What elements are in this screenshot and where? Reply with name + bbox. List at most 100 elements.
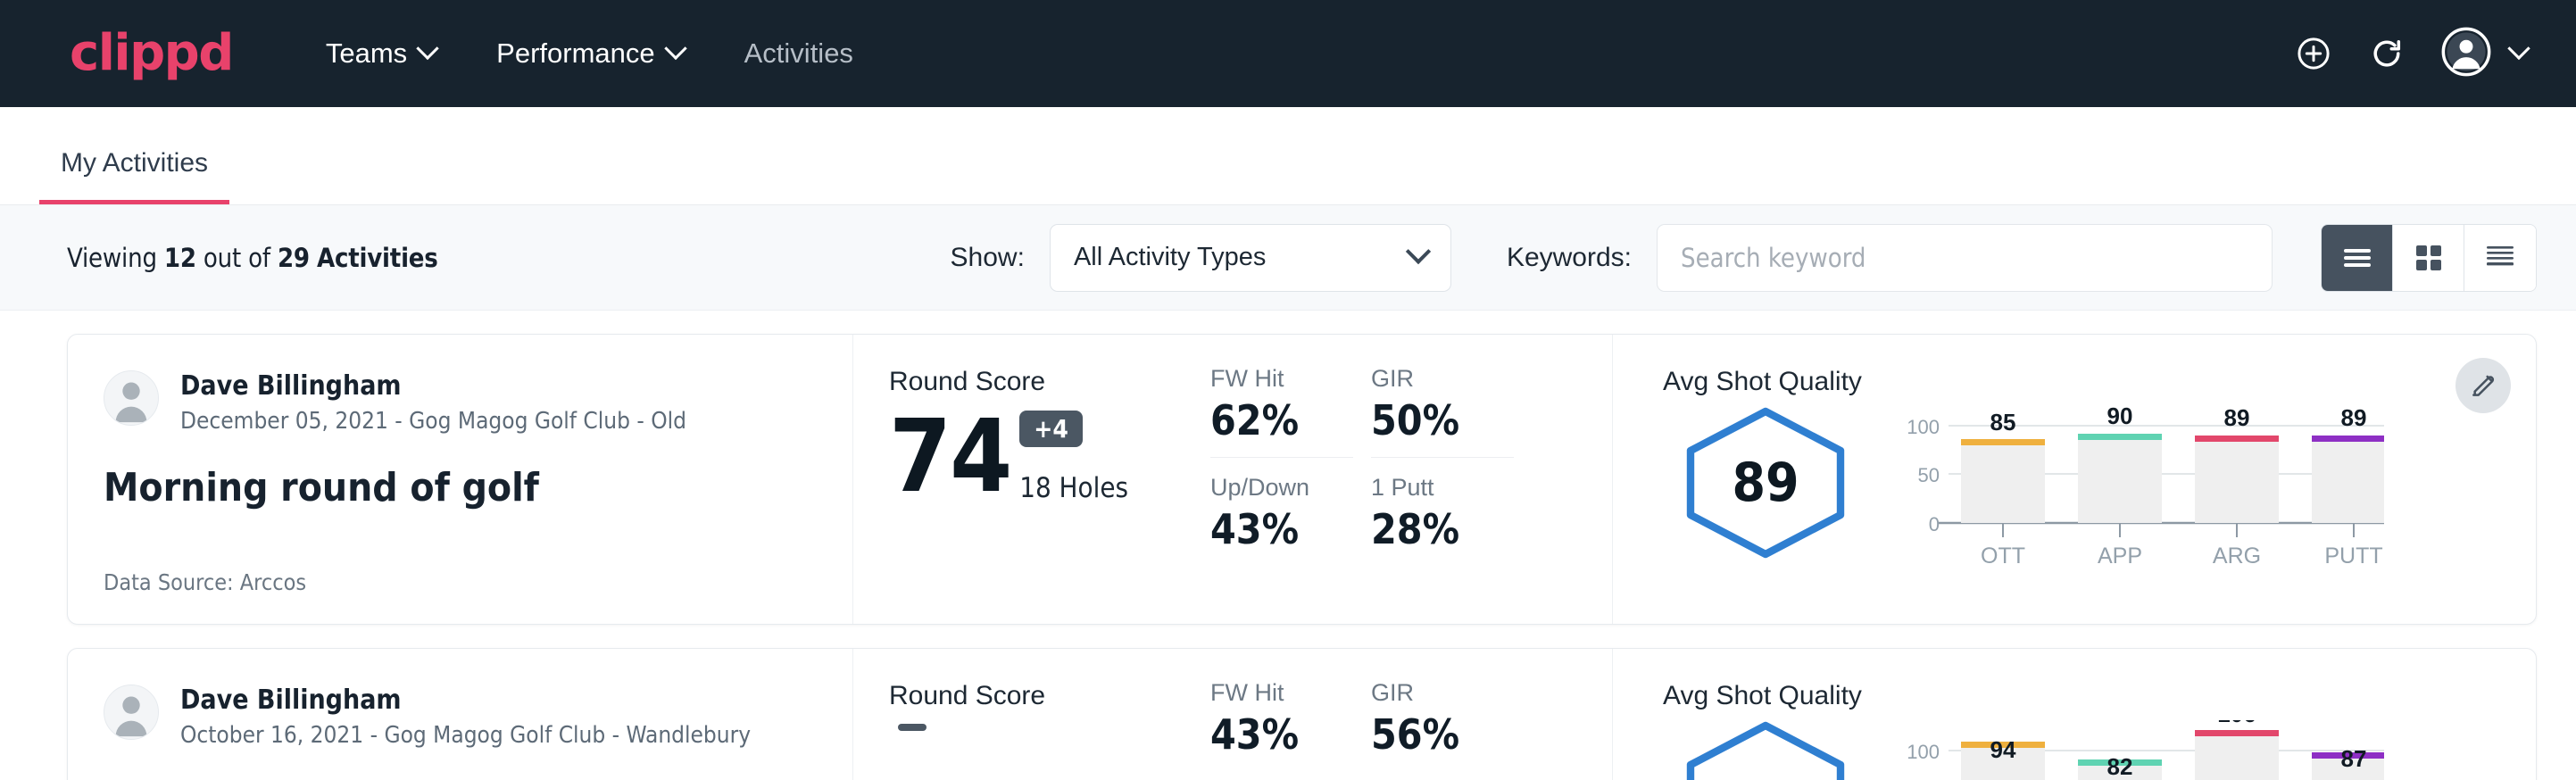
tab-my-activities[interactable]: My Activities	[39, 148, 229, 204]
stat-fw-hit-label: FW Hit	[1210, 365, 1353, 393]
svg-text:87: 87	[2341, 745, 2367, 772]
activity-data-source: Data Source: Arccos	[104, 569, 817, 595]
stat-one-putt: 1 Putt 28%	[1371, 474, 1514, 553]
chevron-down-icon	[2507, 37, 2530, 60]
activity-list: Dave Billingham December 05, 2021 - Gog …	[0, 311, 2576, 780]
avg-shot-quality-section: Avg Shot Quality 89 100	[1612, 335, 2536, 624]
svg-text:OTT: OTT	[1981, 544, 2025, 568]
stat-up-down-value: 43%	[1210, 505, 1353, 553]
round-score-side	[898, 724, 927, 731]
stat-fw-hit: FW Hit 43%	[1210, 679, 1353, 759]
stat-gir-value: 50%	[1371, 396, 1514, 444]
activity-header-text: Dave Billingham December 05, 2021 - Gog …	[180, 370, 686, 435]
shot-quality-chart: 100 94 82 106 87	[1868, 715, 2500, 780]
shot-quality-bar-chart: 100 50 0 85 OTT 90 APP	[1884, 406, 2384, 585]
svg-text:94: 94	[1990, 736, 2016, 763]
score-to-par-badge: +4	[1019, 411, 1083, 447]
svg-text:89: 89	[2341, 406, 2367, 431]
stat-gir-label: GIR	[1371, 679, 1514, 707]
viewing-total: 29	[278, 243, 310, 273]
activity-title: Morning round of golf	[104, 465, 817, 510]
avg-shot-quality-label: Avg Shot Quality	[1663, 681, 2500, 711]
nav-item-activities[interactable]: Activities	[714, 37, 884, 70]
chevron-down-icon	[1406, 238, 1431, 263]
stat-gir: GIR 50%	[1371, 365, 1514, 458]
viewing-mid: out of	[204, 243, 270, 273]
round-score-value: 74	[889, 410, 1010, 504]
nav-item-performance[interactable]: Performance	[466, 37, 713, 70]
avg-shot-quality-body: 100 94 82 106 87	[1663, 715, 2500, 780]
nav-item-teams[interactable]: Teams	[295, 37, 466, 70]
stat-fw-hit-value: 43%	[1210, 710, 1353, 759]
activity-card[interactable]: Dave Billingham December 05, 2021 - Gog …	[67, 334, 2537, 625]
player-name: Dave Billingham	[180, 685, 751, 717]
view-toggle-compact[interactable]	[2464, 225, 2536, 291]
svg-text:100: 100	[1907, 416, 1940, 438]
svg-text:ARG: ARG	[2213, 544, 2261, 568]
quality-hexagon-value: 89	[1732, 452, 1799, 514]
holes-played: 18 Holes	[1019, 472, 1128, 504]
stat-gir-value: 56%	[1371, 710, 1514, 759]
svg-text:50: 50	[1918, 464, 1940, 486]
main-nav: Teams Performance Activities	[295, 37, 884, 70]
edit-activity-button[interactable]	[2456, 358, 2511, 413]
view-toggle-list[interactable]	[2322, 225, 2393, 291]
score-to-par-badge	[898, 724, 927, 731]
refresh-icon[interactable]	[2368, 35, 2406, 72]
stat-one-putt-value: 28%	[1371, 505, 1514, 553]
svg-text:106: 106	[2217, 720, 2256, 727]
activity-meta: December 05, 2021 - Gog Magog Golf Club …	[180, 408, 686, 435]
nav-item-teams-label: Teams	[326, 37, 407, 70]
viewing-suffix: Activities	[317, 243, 438, 273]
stat-fw-hit: FW Hit 62%	[1210, 365, 1353, 458]
activity-header: Dave Billingham October 16, 2021 - Gog M…	[104, 685, 817, 749]
stat-gir-label: GIR	[1371, 365, 1514, 393]
round-score-row	[889, 724, 1210, 731]
show-label: Show:	[951, 243, 1025, 273]
nav-item-activities-label: Activities	[744, 37, 853, 70]
round-score-section: Round Score	[853, 649, 1210, 780]
round-score-label: Round Score	[889, 681, 1210, 711]
svg-text:100: 100	[1907, 741, 1940, 763]
account-avatar-icon	[2441, 27, 2491, 81]
activity-card[interactable]: Dave Billingham October 16, 2021 - Gog M…	[67, 648, 2537, 780]
viewing-prefix: Viewing	[67, 243, 157, 273]
activity-header-text: Dave Billingham October 16, 2021 - Gog M…	[180, 685, 751, 749]
activity-type-select[interactable]: All Activity Types	[1050, 224, 1451, 292]
avatar	[104, 370, 159, 426]
nav-item-performance-label: Performance	[496, 37, 654, 70]
round-stats: FW Hit 62% GIR 50% Up/Down 43% 1 Putt 28…	[1210, 335, 1612, 624]
svg-text:89: 89	[2224, 406, 2250, 431]
account-menu[interactable]	[2441, 27, 2527, 81]
avg-shot-quality-body: 89 100 50 0 85	[1663, 401, 2500, 602]
activity-identity: Dave Billingham December 05, 2021 - Gog …	[68, 335, 853, 624]
quality-hexagon: 89	[1663, 401, 1868, 561]
svg-text:90: 90	[2107, 406, 2133, 429]
round-score-side: +4 18 Holes	[1019, 411, 1128, 504]
tab-bar: My Activities	[0, 107, 2576, 205]
view-toggle-grid[interactable]	[2393, 225, 2464, 291]
chevron-down-icon	[416, 37, 438, 60]
filter-bar: Viewing 12 out of 29 Activities Show: Al…	[0, 205, 2576, 311]
activity-type-select-value: All Activity Types	[1074, 243, 1409, 272]
viewing-count: 12	[164, 243, 196, 273]
search-input[interactable]	[1657, 224, 2273, 292]
stat-fw-hit-label: FW Hit	[1210, 679, 1353, 707]
svg-text:82: 82	[2107, 753, 2133, 780]
filter-controls: Show: All Activity Types Keywords:	[951, 224, 2537, 292]
plus-circle-icon[interactable]	[2295, 35, 2332, 72]
quality-hexagon	[1663, 715, 1868, 780]
stat-one-putt-label: 1 Putt	[1371, 474, 1514, 502]
svg-text:PUTT: PUTT	[2324, 544, 2382, 568]
activity-identity: Dave Billingham October 16, 2021 - Gog M…	[68, 649, 853, 780]
shot-quality-chart: 100 50 0 85 OTT 90 APP	[1868, 401, 2500, 589]
viewing-summary: Viewing 12 out of 29 Activities	[67, 243, 438, 273]
top-navbar: clippd Teams Performance Activities	[0, 0, 2576, 107]
stat-up-down: Up/Down 43%	[1210, 474, 1353, 553]
activity-meta: October 16, 2021 - Gog Magog Golf Club -…	[180, 722, 751, 749]
svg-text:85: 85	[1990, 409, 2016, 436]
avatar	[104, 685, 159, 740]
brand-logo[interactable]: clippd	[70, 29, 233, 79]
stat-up-down-label: Up/Down	[1210, 474, 1353, 502]
stat-gir: GIR 56%	[1371, 679, 1514, 759]
